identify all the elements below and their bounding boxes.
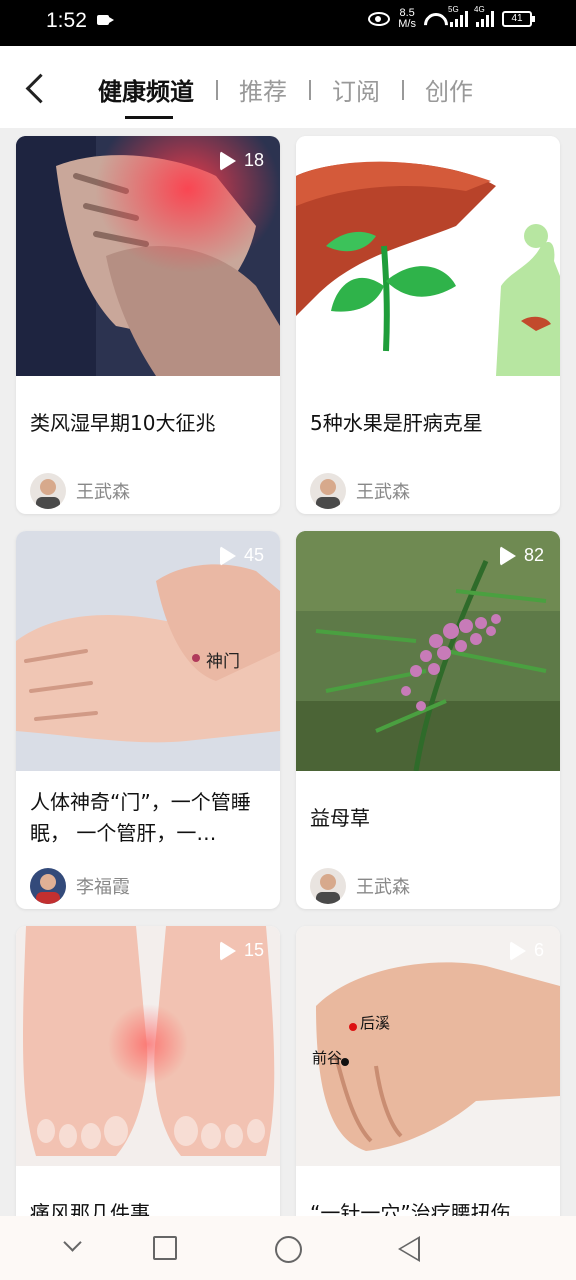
video-feed: 18 类风湿早期10大征兆 王武森 5种水果是肝病克星 王武森 神门 45 人体…: [0, 128, 576, 1216]
play-count: 18: [219, 150, 264, 171]
network-speed-unit: M/s: [398, 18, 416, 30]
author-name[interactable]: 王武森: [356, 873, 410, 899]
liver-illustration-image: [296, 136, 560, 376]
video-thumbnail[interactable]: 神门 45: [16, 531, 280, 771]
wrist-acupoint-image: [16, 531, 280, 771]
author-name[interactable]: 王武森: [76, 478, 130, 504]
play-icon: [499, 545, 516, 566]
fist-acupoint-image: [296, 926, 560, 1166]
network-speed: 8.5 M/s: [398, 8, 416, 30]
video-card[interactable]: 神门 45 人体神奇“门”，一个管睡眠， 一个管肝，一… 李福霞: [16, 531, 280, 909]
video-title[interactable]: “一针一穴”治疗腰扭伤: [296, 1166, 560, 1216]
video-thumbnail[interactable]: 后溪 前谷 6: [296, 926, 560, 1166]
status-time: 1:52: [46, 9, 87, 32]
video-thumbnail[interactable]: 18: [16, 136, 280, 376]
video-thumbnail[interactable]: 15: [16, 926, 280, 1166]
video-title[interactable]: 益母草: [296, 771, 560, 863]
signal-icon-1: 5G: [448, 5, 468, 27]
avatar[interactable]: [30, 473, 66, 509]
top-navigation: 健康频道 推荐 订阅 创作: [0, 46, 576, 128]
feet-gout-image: [16, 926, 280, 1166]
play-icon: [219, 150, 236, 171]
avatar[interactable]: [310, 473, 346, 509]
video-title[interactable]: 痛风那几件事: [16, 1166, 280, 1216]
video-card[interactable]: 5种水果是肝病克星 王武森: [296, 136, 560, 514]
tab-create[interactable]: 创作: [425, 72, 473, 107]
author-row[interactable]: 李福霞: [16, 863, 280, 909]
hands-arthritis-image: [16, 136, 280, 376]
author-name[interactable]: 王武森: [356, 478, 410, 504]
play-icon: [509, 940, 526, 961]
video-thumbnail[interactable]: 82: [296, 531, 560, 771]
avatar[interactable]: [30, 868, 66, 904]
play-count-value: 82: [523, 545, 544, 565]
back-icon[interactable]: [398, 1236, 420, 1262]
channel-tabs: 健康频道 推荐 订阅 创作: [98, 72, 473, 119]
acupoint-label: 后溪: [360, 1014, 391, 1032]
tab-divider: [402, 79, 404, 100]
signal-1-label: 5G: [448, 5, 459, 14]
tab-divider: [216, 79, 218, 100]
author-row[interactable]: 王武森: [296, 863, 560, 909]
avatar[interactable]: [310, 868, 346, 904]
video-thumbnail[interactable]: [296, 136, 560, 376]
eye-comfort-icon: [368, 12, 391, 26]
author-row[interactable]: 王武森: [296, 468, 560, 514]
video-card[interactable]: 后溪 前谷 6 “一针一穴”治疗腰扭伤: [296, 926, 560, 1216]
play-count-value: 15: [243, 940, 264, 960]
system-navigation-bar: [0, 1216, 576, 1280]
motherwort-plant-image: [296, 531, 560, 771]
play-count-value: 45: [243, 545, 264, 565]
play-count: 82: [499, 545, 544, 566]
video-title[interactable]: 类风湿早期10大征兆: [16, 376, 280, 468]
play-count-value: 6: [533, 940, 544, 960]
back-arrow-icon[interactable]: [22, 72, 48, 102]
chevron-down-icon[interactable]: [60, 1236, 86, 1262]
battery-icon: 41: [502, 11, 535, 27]
wifi-icon: [424, 11, 442, 27]
play-icon: [219, 940, 236, 961]
status-bar: 1:52 8.5 M/s 5G 4G 41: [0, 0, 576, 46]
play-count: 6: [509, 940, 544, 961]
video-title[interactable]: 5种水果是肝病克星: [296, 376, 560, 468]
video-card[interactable]: 18 类风湿早期10大征兆 王武森: [16, 136, 280, 514]
author-row[interactable]: 王武森: [16, 468, 280, 514]
play-count: 15: [219, 940, 264, 961]
play-count: 45: [219, 545, 264, 566]
recent-apps-icon[interactable]: [153, 1236, 177, 1260]
tab-divider: [309, 79, 311, 100]
tab-health-channel[interactable]: 健康频道: [98, 72, 194, 119]
screen-record-icon: [97, 15, 114, 25]
acupoint-label: 神门: [206, 652, 240, 672]
signal-2-label: 4G: [474, 5, 485, 14]
play-icon: [219, 545, 236, 566]
acupoint-label: 前谷: [312, 1049, 343, 1067]
author-name[interactable]: 李福霞: [76, 873, 130, 899]
play-count-value: 18: [243, 150, 264, 170]
home-icon[interactable]: [275, 1236, 302, 1263]
video-card[interactable]: 15 痛风那几件事: [16, 926, 280, 1216]
video-title[interactable]: 人体神奇“门”，一个管睡眠， 一个管肝，一…: [16, 771, 280, 863]
signal-icon-2: 4G: [474, 5, 494, 27]
tab-recommend[interactable]: 推荐: [239, 72, 287, 107]
tab-subscribe[interactable]: 订阅: [332, 72, 380, 107]
video-card[interactable]: 82 益母草 王武森: [296, 531, 560, 909]
